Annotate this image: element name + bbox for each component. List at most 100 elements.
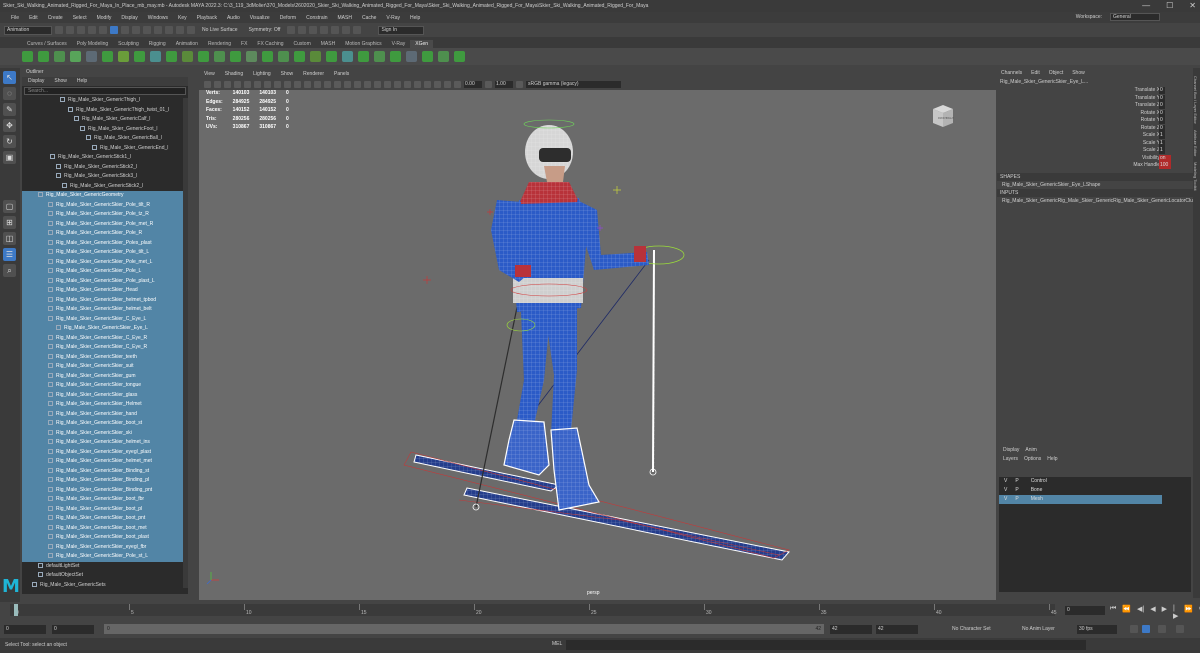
gamma-field[interactable]: 1.00	[495, 81, 513, 88]
outliner-row[interactable]: Rig_Male_Skier_GenericBall_l	[22, 134, 188, 144]
outliner-row[interactable]: Rig_Male_Skier_GenericSkier_Binding_pl	[22, 476, 188, 486]
fps-dropdown[interactable]: 30 fps	[1077, 625, 1117, 634]
snap-curve-icon[interactable]	[154, 26, 162, 34]
step-forward-key-icon[interactable]: ⏩	[1184, 605, 1193, 620]
live-surface-label[interactable]: No Live Surface	[198, 27, 242, 33]
xgen-length-icon[interactable]	[198, 51, 209, 62]
paint-select-icon[interactable]: ✎	[3, 103, 16, 116]
xgen-spline-icon[interactable]	[54, 51, 65, 62]
viewport-panel[interactable]: View Shading Lighting Show Renderer Pane…	[199, 70, 996, 600]
channel-attribute-value[interactable]: 0	[1159, 109, 1165, 117]
layer-menu-options[interactable]: Options	[1024, 455, 1041, 464]
camera-attr-icon[interactable]	[214, 81, 221, 88]
outliner-row[interactable]: Rig_Male_Skier_GenericCalf_l	[22, 115, 188, 125]
select-object-icon[interactable]	[121, 26, 129, 34]
outliner-row[interactable]: defaultObjectSet	[22, 571, 188, 581]
xgen-preview-icon[interactable]	[422, 51, 433, 62]
undo-icon[interactable]	[88, 26, 96, 34]
play-forward-icon[interactable]: ▶	[1162, 605, 1167, 620]
outliner-row[interactable]: Rig_Male_Skier_GenericSkier_Pole_tilt_R	[22, 200, 188, 210]
layer-visibility-toggle[interactable]: V	[1004, 495, 1007, 504]
search-icon[interactable]: ⌕	[3, 264, 16, 277]
outliner-row[interactable]: Rig_Male_Skier_GenericSkier_gum	[22, 371, 188, 381]
shelf-tab-mash[interactable]: MASH	[316, 40, 340, 48]
xgen-cut-icon[interactable]	[182, 51, 193, 62]
field-chart-icon[interactable]	[284, 81, 291, 88]
channel-attribute[interactable]: Translate Z0	[997, 102, 1193, 110]
play-back-icon[interactable]: ◀	[1150, 605, 1155, 620]
channel-attribute[interactable]: Scale Z1	[997, 147, 1193, 155]
playback-start-field[interactable]: 0	[52, 625, 94, 634]
shelf-tab-vray[interactable]: V-Ray	[387, 40, 411, 48]
new-scene-icon[interactable]	[55, 26, 63, 34]
xgen-direction-icon[interactable]	[342, 51, 353, 62]
xgen-attract-icon[interactable]	[358, 51, 369, 62]
outliner-row[interactable]: Rig_Male_Skier_GenericSkier_Pole_plast_L	[22, 276, 188, 286]
sound-icon[interactable]	[1176, 625, 1184, 633]
close-button[interactable]: ✕	[1189, 0, 1196, 12]
sign-in-button[interactable]: Sign In	[378, 25, 425, 35]
channel-attribute[interactable]: Translate X0	[997, 87, 1193, 95]
shelf-tab-custom[interactable]: Custom	[289, 40, 316, 48]
cb-menu-show[interactable]: Show	[1072, 68, 1085, 78]
symmetry-label[interactable]: Symmetry: Off	[245, 27, 285, 33]
outliner-row[interactable]: Rig_Male_Skier_GenericStick3_l	[22, 172, 188, 182]
channel-attribute[interactable]: Rotate X0	[997, 109, 1193, 118]
menu-display[interactable]: Display	[116, 15, 142, 21]
vp-menu-panels[interactable]: Panels	[334, 70, 349, 79]
input-node-name[interactable]: Rig_Male_Skier_GenericRig_Male_Skier_Gen…	[997, 197, 1193, 205]
auto-key-icon[interactable]	[1142, 625, 1150, 633]
render-setup-icon[interactable]	[331, 26, 340, 34]
outliner-menu-show[interactable]: Show	[54, 77, 67, 86]
shape-name[interactable]: Rig_Male_Skier_GenericSkier_Eye_LShape	[997, 181, 1193, 189]
channel-attribute-value[interactable]: 0	[1159, 117, 1165, 124]
step-forward-frame-icon[interactable]: |▶	[1173, 605, 1178, 620]
outliner-row[interactable]: Rig_Male_Skier_GenericSkier_ski	[22, 428, 188, 438]
channel-attribute-value[interactable]: 1	[1159, 147, 1165, 154]
layer-visibility-toggle[interactable]: V	[1004, 486, 1007, 495]
safe-title-icon[interactable]	[304, 81, 311, 88]
xgen-clump-icon[interactable]	[166, 51, 177, 62]
grid-icon[interactable]	[244, 81, 251, 88]
xgen-bend-icon[interactable]	[374, 51, 385, 62]
outliner-row[interactable]: Rig_Male_Skier_GenericSkier_C_Eye_R	[22, 333, 188, 343]
view-transform-dropdown[interactable]: sRGB gamma (legacy)	[526, 81, 621, 88]
xgen-freeze-icon[interactable]	[262, 51, 273, 62]
wireframe-on-shaded-icon[interactable]	[344, 81, 351, 88]
isolate-select-icon[interactable]	[424, 81, 431, 88]
outliner-menu-display[interactable]: Display	[28, 77, 44, 86]
outliner-row[interactable]: Rig_Male_Skier_GenericSkier_helmet_met	[22, 457, 188, 467]
xgen-modifier-icon[interactable]	[454, 51, 465, 62]
xgen-noise-icon[interactable]	[214, 51, 225, 62]
shelf-tab-rigging[interactable]: Rigging	[144, 40, 171, 48]
redo-icon[interactable]	[99, 26, 107, 34]
outliner-row[interactable]: Rig_Male_Skier_GenericSkier_teeth	[22, 352, 188, 362]
channel-attribute[interactable]: Rotate Z0	[997, 124, 1193, 133]
shelf-tab-xgen[interactable]: XGen	[410, 40, 434, 48]
menu-audio[interactable]: Audio	[222, 15, 245, 21]
anim-prefs-icon[interactable]	[1158, 625, 1166, 633]
xgen-cache-icon[interactable]	[406, 51, 417, 62]
go-to-start-icon[interactable]: ⏮	[1110, 605, 1116, 620]
menu-visualize[interactable]: Visualize	[245, 15, 275, 21]
outliner-row[interactable]: Rig_Male_Skier_GenericSkier_Poles_plast	[22, 238, 188, 248]
xgen-part-icon[interactable]	[246, 51, 257, 62]
outliner-row[interactable]: defaultLightSet	[22, 562, 188, 572]
lights-icon[interactable]	[364, 81, 371, 88]
xgen-grab-icon[interactable]	[294, 51, 305, 62]
cb-menu-object[interactable]: Object	[1049, 68, 1063, 78]
outliner-row[interactable]: Rig_Male_Skier_GenericSkier_eyegl_fbr	[22, 542, 188, 552]
rotate-tool-icon[interactable]: ↻	[3, 135, 16, 148]
layer-row[interactable]: V P Bone	[999, 486, 1191, 495]
channel-attribute-value[interactable]: 0	[1159, 87, 1165, 94]
layer-row[interactable]: V P Mesh	[999, 495, 1162, 504]
command-input[interactable]	[566, 640, 1086, 650]
xgen-export-icon[interactable]	[102, 51, 113, 62]
layer-visibility-toggle[interactable]: V	[1004, 477, 1007, 486]
light-editor-icon[interactable]	[342, 26, 351, 34]
channel-attribute-value[interactable]: 0	[1159, 94, 1165, 102]
render-settings-icon[interactable]	[309, 26, 318, 34]
outliner-row[interactable]: Rig_Male_Skier_GenericSkier_eyegl_plast	[22, 447, 188, 457]
xgen-density-icon[interactable]	[134, 51, 145, 62]
scale-tool-icon[interactable]: ▣	[3, 151, 16, 164]
